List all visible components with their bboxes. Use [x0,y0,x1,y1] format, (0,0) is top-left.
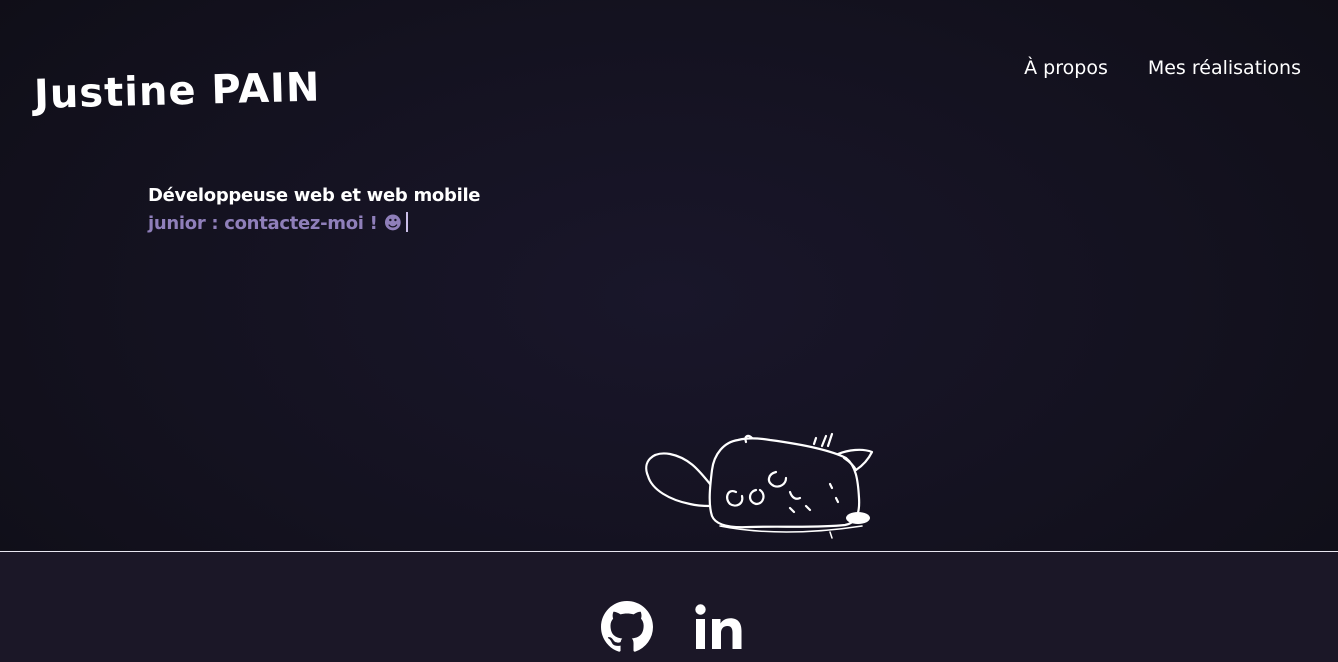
social-links [601,601,745,653]
hero-subtitle: junior : contactez-moi ! ☻ [148,213,402,234]
site-logo[interactable]: Justine PAIN [33,65,321,118]
github-icon[interactable] [601,601,653,653]
typing-cursor [405,212,408,232]
hero-title: Développeuse web et web mobile [148,185,481,206]
main-nav: À propos Mes réalisations [1024,57,1301,79]
nav-link-projects[interactable]: Mes réalisations [1148,57,1301,79]
hero-subtitle-row: junior : contactez-moi ! ☻ [148,210,480,238]
hero-intro: Développeuse web et web mobile junior : … [148,182,481,238]
nav-link-about[interactable]: À propos [1024,57,1108,79]
sleeping-cat-illustration [640,428,880,546]
linkedin-icon[interactable] [693,601,745,653]
